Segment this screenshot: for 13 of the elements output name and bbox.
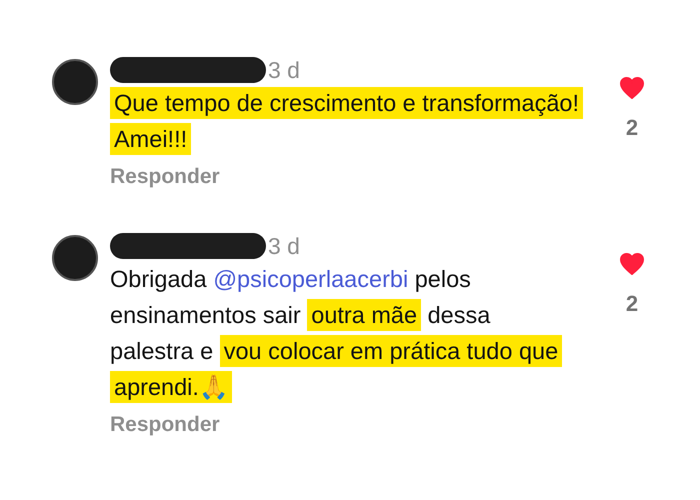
avatar[interactable]: [52, 235, 98, 281]
mention-link[interactable]: @psicoperlaacerbi: [213, 266, 408, 292]
heart-icon[interactable]: [620, 253, 644, 275]
avatar[interactable]: [52, 59, 98, 105]
comment-time: 3 d: [268, 232, 300, 260]
heart-icon[interactable]: [620, 77, 644, 99]
like-count: 2: [626, 291, 638, 317]
comment-text: Que tempo de crescimento e transformação! Amei!!!: [110, 85, 580, 157]
comment-text: Obrigada @psicoperlaacerbi pelos ensinamentos sair outra mãe dessa palestra e vou colocar em prática tudo que aprendi.🙏: [110, 261, 580, 405]
reply-button[interactable]: Responder: [110, 413, 220, 437]
like-count: 2: [626, 115, 638, 141]
reply-button[interactable]: Responder: [110, 165, 220, 189]
comment-time: 3 d: [268, 56, 300, 84]
